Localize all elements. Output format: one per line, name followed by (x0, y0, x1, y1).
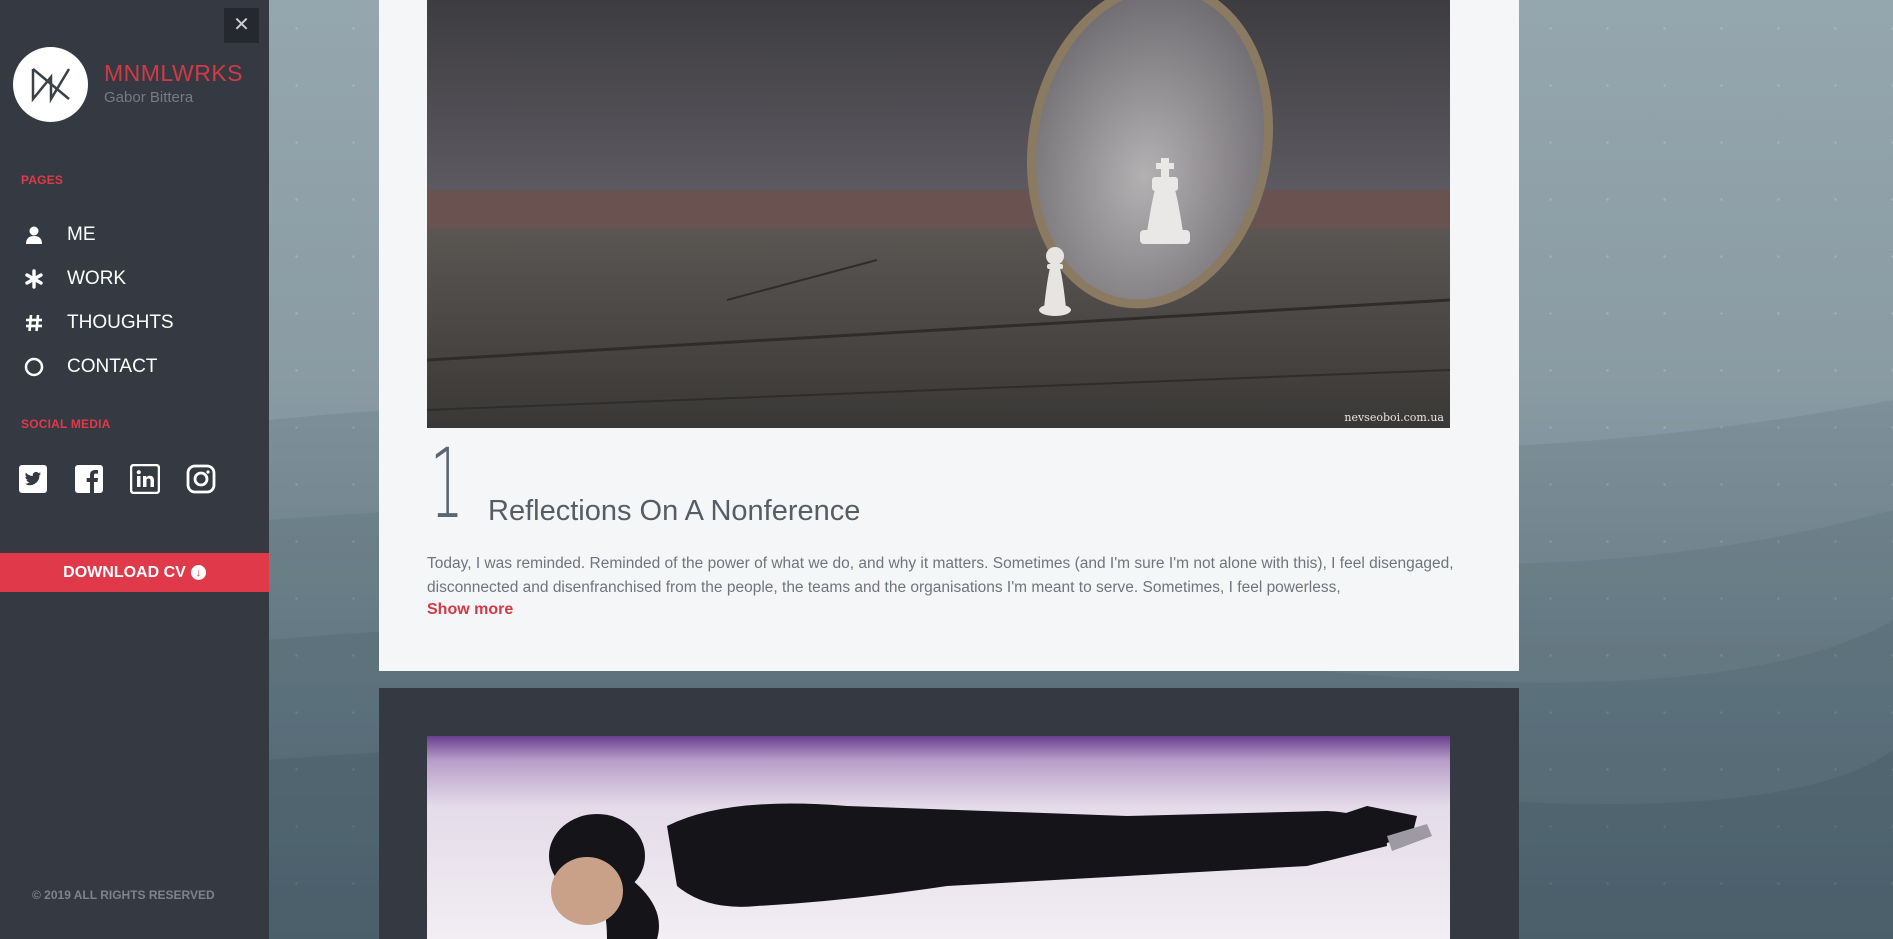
user-icon (21, 222, 47, 248)
post-image-chess-mirror[interactable]: nevseoboi.com.ua (427, 0, 1450, 428)
post-title[interactable]: Reflections On A Nonference (488, 495, 860, 528)
nav-item-me[interactable]: ME (21, 220, 96, 250)
pages-section-label: PAGES (21, 173, 64, 187)
linkedin-icon[interactable] (130, 464, 160, 494)
social-links (18, 464, 216, 494)
post-excerpt: Today, I was reminded. Reminded of the p… (427, 555, 1454, 596)
download-cv-label: DOWNLOAD CV (63, 563, 186, 581)
post-image-figure-skater[interactable] (427, 736, 1450, 939)
brand: MNMLWRKS Gabor Bittera (104, 60, 243, 106)
nav-label-work: WORK (67, 268, 127, 289)
circle-icon (21, 354, 47, 380)
nav-label-me: ME (67, 224, 96, 245)
logo[interactable] (13, 47, 88, 122)
close-sidebar-button[interactable]: ✕ (224, 8, 259, 43)
copyright: © 2019 ALL RIGHTS RESERVED (32, 888, 215, 902)
download-cv-button[interactable]: DOWNLOAD CV ↓ (0, 553, 269, 592)
nav-item-work[interactable]: WORK (21, 264, 126, 294)
close-icon: ✕ (233, 14, 250, 36)
brand-subtitle: Gabor Bittera (104, 89, 194, 106)
social-section-label: SOCIAL MEDIA (21, 417, 111, 431)
nav-label-contact: CONTACT (67, 356, 158, 377)
hash-icon (21, 310, 47, 336)
show-more-link[interactable]: Show more (427, 601, 513, 619)
post-card: nevseoboi.com.ua 1 Reflections On A Nonf… (379, 0, 1519, 671)
post-card-2 (379, 688, 1519, 939)
logo-mark-icon (31, 68, 71, 104)
post-number: 1 (430, 428, 464, 540)
nav-label-thoughts: THOUGHTS (67, 312, 174, 333)
image-credit: nevseoboi.com.ua (1344, 411, 1444, 424)
nav-item-contact[interactable]: CONTACT (21, 352, 157, 382)
asterisk-icon (21, 266, 47, 292)
sidebar: ✕ MNMLWRKS Gabor Bittera PAGES ME WORK T… (0, 0, 269, 939)
download-arrow-icon: ↓ (190, 565, 206, 580)
facebook-icon[interactable] (74, 464, 104, 494)
twitter-icon[interactable] (18, 464, 48, 494)
nav-item-thoughts[interactable]: THOUGHTS (21, 308, 174, 338)
brand-name[interactable]: MNMLWRKS (104, 60, 243, 87)
instagram-icon[interactable] (186, 464, 216, 494)
